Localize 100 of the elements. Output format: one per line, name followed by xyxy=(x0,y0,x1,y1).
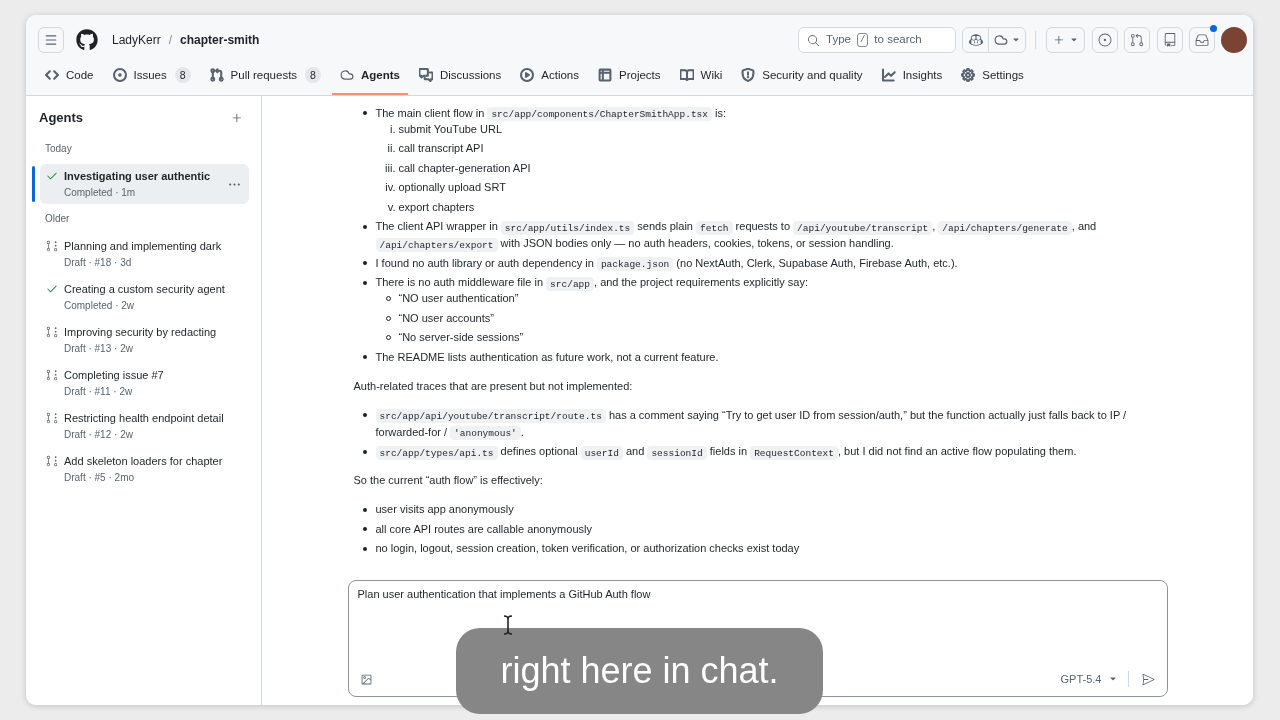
repo-tab[interactable]: Projects xyxy=(590,65,669,95)
list-item-text: The README lists authentication as future work, not a current feature. xyxy=(375,349,719,365)
group-label: Today xyxy=(44,142,73,156)
list-number: ii. xyxy=(386,141,396,156)
agent-session-item[interactable]: Add skeleton loaders for chapter Draft · #5 · 2mo xyxy=(40,449,249,489)
hollow-bullet-icon xyxy=(385,296,391,301)
repo-tab[interactable]: Insights xyxy=(873,65,951,95)
bullet-icon xyxy=(362,261,367,265)
list-item-text: call transcript API xyxy=(398,141,484,156)
list-item-text: all core API routes are callable anonymously xyxy=(375,521,592,537)
bullet-icon xyxy=(362,111,367,115)
repo-tab[interactable]: Security and quality xyxy=(733,65,871,95)
agent-session-item[interactable]: Planning and implementing dark Draft · #18 · 3d xyxy=(40,234,249,274)
speech-bubbles-icon xyxy=(418,68,433,82)
bullet-icon xyxy=(362,449,367,454)
shield-icon xyxy=(741,68,756,82)
code-icon xyxy=(45,68,59,82)
settings-icon xyxy=(961,68,976,82)
repo-tab[interactable]: Pull requests 8 xyxy=(201,65,329,95)
draft-pull-request-icon xyxy=(46,326,58,338)
agent-session-item[interactable]: Investigating user authentic Completed · 1m xyxy=(40,164,249,204)
list-item-text: no login, logout, session creation, token verification, or authorization checks exist today xyxy=(375,541,800,556)
search-field[interactable]: Type / to search xyxy=(798,27,956,53)
plus-icon xyxy=(1052,33,1066,47)
list-item-text: src/app/types/api.ts defines optional userId and sessionId fields in RequestContext , but I did not find an active flow populating them. xyxy=(375,443,1077,460)
table-icon xyxy=(598,68,612,82)
paragraph-text: So the current “auth flow” is effectively: xyxy=(352,473,544,488)
sidebar-title: Agents xyxy=(39,109,84,127)
play-icon xyxy=(520,68,535,82)
bullet-icon xyxy=(362,280,367,285)
copilot-icon xyxy=(968,33,983,47)
inbox-button[interactable] xyxy=(1189,27,1215,53)
list-item-text: optionally upload SRT xyxy=(398,180,506,195)
list-number: iv. xyxy=(384,180,396,195)
menu-icon xyxy=(44,33,58,47)
cloud-icon xyxy=(993,33,1008,47)
draft-pull-request-icon xyxy=(46,455,58,467)
bullet-icon xyxy=(362,507,367,512)
session-meta: Draft · #12 · 2w xyxy=(64,428,134,442)
logo-icon[interactable] xyxy=(76,29,98,51)
session-title: Improving security by redacting xyxy=(64,325,217,340)
list-item-text: call chapter-generation API xyxy=(398,160,531,176)
list-item-text: “NO user authentication” xyxy=(398,291,519,306)
agent-session-item[interactable]: Creating a custom security agent Completed · 2w xyxy=(40,277,249,317)
check-icon xyxy=(46,170,58,182)
list-item-text: “No server-side sessions” xyxy=(398,330,524,345)
draft-pull-request-icon xyxy=(46,240,58,252)
cloud-icon xyxy=(339,68,354,82)
model-picker[interactable]: GPT-5.4 xyxy=(1060,671,1118,687)
list-number: iii. xyxy=(384,160,396,176)
send-icon xyxy=(1142,672,1155,686)
session-meta: Draft · #5 · 2mo xyxy=(64,471,136,485)
text-cursor-icon xyxy=(503,615,513,635)
avatar[interactable] xyxy=(1221,27,1247,53)
agent-session-item[interactable]: Completing issue #7 Draft · #11 · 2w xyxy=(40,363,249,403)
repo-tab[interactable]: Settings xyxy=(953,65,1032,95)
agent-session-item[interactable]: Improving security by redacting Draft · #13 · 2w xyxy=(40,320,249,360)
pull-requests-button[interactable] xyxy=(1124,27,1150,53)
repo-icon xyxy=(1163,33,1177,47)
group-label: Older xyxy=(44,212,71,226)
path-separator: / xyxy=(168,32,173,48)
repo-owner-link[interactable]: LadyKerr xyxy=(112,32,161,48)
repo-name-link[interactable]: chapter-smith xyxy=(180,32,260,48)
paragraph-text: Auth-related traces that are present but not implemented: xyxy=(352,378,634,394)
bullet-icon xyxy=(362,413,367,417)
hollow-bullet-icon xyxy=(385,315,391,321)
repo-tab[interactable]: Discussions xyxy=(410,65,510,95)
repo-tab[interactable]: Issues 8 xyxy=(104,65,199,95)
counter: 8 xyxy=(305,67,321,83)
session-title: Restricting health endpoint detail xyxy=(64,411,224,426)
repo-tab[interactable]: Wiki xyxy=(671,65,731,95)
search-icon xyxy=(807,33,820,47)
repositories-button[interactable] xyxy=(1157,27,1183,53)
session-title: Planning and implementing dark xyxy=(64,239,222,254)
list-item-text: src/app/api/youtube/transcript/route.ts has a comment saying “Try to get user ID from session/auth,” but the function actually just falls back to IP / forwarded-for / 'anonymous' . xyxy=(375,407,1128,441)
repo-tab[interactable]: Actions xyxy=(512,65,587,95)
repo-tab[interactable]: Code xyxy=(37,65,102,95)
list-number: v. xyxy=(386,199,396,215)
pull-request-icon xyxy=(1130,33,1144,47)
plus-icon[interactable] xyxy=(230,111,244,125)
issues-button[interactable] xyxy=(1092,27,1118,53)
bullet-icon xyxy=(362,527,367,531)
selection-indicator xyxy=(32,166,35,202)
agent-session-item[interactable]: Restricting health endpoint detail Draft · #12 · 2w xyxy=(40,406,249,446)
list-item-text: There is no auth middleware file in src/app , and the project requirements explicitly say: xyxy=(375,275,808,291)
session-title: Completing issue #7 xyxy=(64,368,164,383)
list-item-text: submit YouTube URL xyxy=(398,121,503,137)
list-item-text: “NO user accounts” xyxy=(398,310,494,326)
menu-button[interactable] xyxy=(38,27,64,53)
draft-pull-request-icon xyxy=(46,412,58,424)
list-item-text: export chapters xyxy=(398,199,475,215)
inbox-icon xyxy=(1195,33,1209,47)
video-caption: right here in chat. xyxy=(456,628,823,714)
hollow-bullet-icon xyxy=(385,335,391,340)
counter: 8 xyxy=(174,67,191,83)
search-placeholder: Type xyxy=(826,32,851,48)
create-new-button[interactable] xyxy=(1046,27,1085,53)
search-placeholder: to search xyxy=(874,32,922,48)
bullet-icon xyxy=(362,546,367,551)
session-meta: Draft · #11 · 2w xyxy=(64,385,134,399)
